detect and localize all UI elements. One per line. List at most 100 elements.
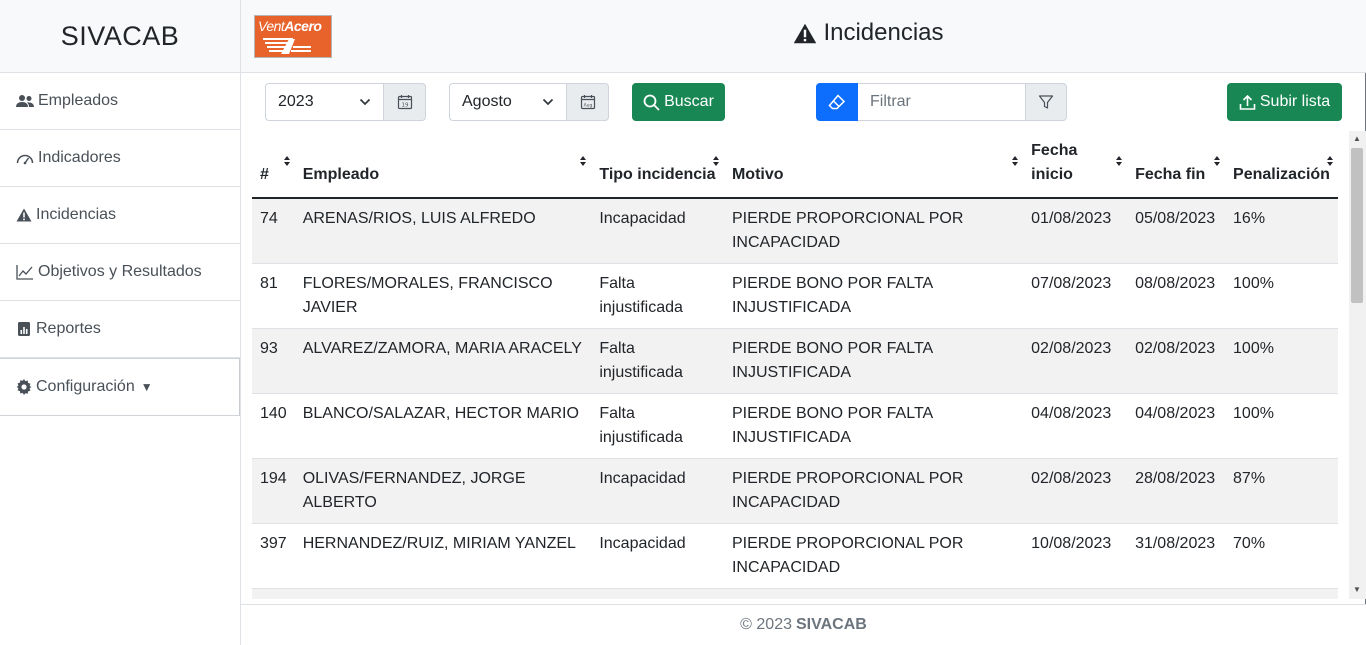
chart-line-icon xyxy=(16,265,33,280)
cell-penalizacion: 100% xyxy=(1225,328,1338,394)
cell-motivo: PIERDE PROPORCIONAL POR INCAPACIDAD xyxy=(723,458,1024,524)
chevron-down-icon xyxy=(359,98,371,106)
page-title: Incidencias xyxy=(241,19,1366,47)
cell-fecha-fin: 04/08/2023 xyxy=(1127,393,1226,459)
cell-tipo: Incapacidad xyxy=(591,458,724,524)
sidebar-item-objetivos[interactable]: Objetivos y Resultados xyxy=(0,244,240,301)
users-icon xyxy=(16,95,34,107)
year-calendar-button[interactable]: 19 xyxy=(384,83,426,121)
calendar-icon: 19 xyxy=(397,95,412,110)
sidebar-item-indicadores[interactable]: Indicadores xyxy=(0,130,240,187)
filter-button[interactable] xyxy=(1025,83,1067,121)
cell-fecha-fin: 08/08/2023 xyxy=(1127,263,1226,329)
cell-tipo: Incapacidad xyxy=(591,198,724,264)
toolbar: 2023 19 Agosto Aug Buscar Subir lista xyxy=(241,73,1366,131)
column-header-empleado[interactable]: Empleado xyxy=(294,131,592,199)
incidencias-table-container: # Empleado Tipo incidencia Motivo Fecha … xyxy=(252,131,1338,599)
sidebar-item-label: Reportes xyxy=(36,320,101,337)
table-scrollbar[interactable]: ▲ ▼ xyxy=(1349,131,1366,599)
clear-filter-button[interactable] xyxy=(816,83,858,121)
scroll-down-icon[interactable]: ▼ xyxy=(1353,585,1361,594)
cell-fecha-inicio: 01/08/2023 xyxy=(1023,198,1128,264)
search-icon xyxy=(643,94,660,111)
cell-tipo: Falta injustificada xyxy=(591,328,724,394)
brand-title[interactable]: SIVACAB xyxy=(0,0,240,73)
filter-input[interactable] xyxy=(858,83,1026,121)
table-row[interactable] xyxy=(252,588,1338,599)
sidebar-item-configuracion[interactable]: Configuración ▼ xyxy=(0,358,240,416)
scrollbar-thumb[interactable] xyxy=(1351,148,1363,303)
column-header-motivo[interactable]: Motivo xyxy=(723,131,1024,199)
cell-motivo: PIERDE PROPORCIONAL POR INCAPACIDAD xyxy=(723,198,1024,264)
sidebar-item-incidencias[interactable]: Incidencias xyxy=(0,187,240,244)
cell-fecha-fin: 28/08/2023 xyxy=(1127,458,1226,524)
column-header-fecha-fin[interactable]: Fecha fin xyxy=(1127,131,1226,199)
search-button[interactable]: Buscar xyxy=(632,83,725,121)
cell-fecha-fin: 02/08/2023 xyxy=(1127,328,1226,394)
cell-fecha-inicio: 02/08/2023 xyxy=(1023,328,1128,394)
year-select[interactable]: 2023 xyxy=(265,83,384,121)
gauge-icon xyxy=(16,154,34,165)
table-row[interactable]: 74 ARENAS/RIOS, LUIS ALFREDO Incapacidad… xyxy=(252,198,1338,264)
cell-motivo: PIERDE BONO POR FALTA INJUSTIFICADA xyxy=(723,263,1024,329)
cell-motivo: PIERDE BONO POR FALTA INJUSTIFICADA xyxy=(723,393,1024,459)
cell-tipo: Incapacidad xyxy=(591,523,724,589)
caret-down-icon: ▼ xyxy=(140,380,153,394)
warning-icon xyxy=(16,208,32,222)
upload-list-button[interactable]: Subir lista xyxy=(1227,83,1342,121)
upload-button-label: Subir lista xyxy=(1259,93,1331,110)
month-calendar-button[interactable]: Aug xyxy=(567,83,609,121)
search-button-label: Buscar xyxy=(664,93,714,110)
month-value: Agosto xyxy=(462,93,512,110)
table-row[interactable]: 93 ALVAREZ/ZAMORA, MARIA ARACELY Falta i… xyxy=(252,328,1338,394)
table-row[interactable]: 397 HERNANDEZ/RUIZ, MIRIAM YANZEL Incapa… xyxy=(252,523,1338,589)
column-header-num[interactable]: # xyxy=(252,131,295,199)
sidebar-item-label: Empleados xyxy=(38,92,119,109)
sort-icon xyxy=(580,156,587,166)
table-row[interactable]: 140 BLANCO/SALAZAR, HECTOR MARIO Falta i… xyxy=(252,393,1338,459)
cell-num: 140 xyxy=(252,393,295,459)
cell-empleado: ARENAS/RIOS, LUIS ALFREDO xyxy=(294,198,592,264)
cell-motivo: PIERDE BONO POR FALTA INJUSTIFICADA xyxy=(723,328,1024,394)
page-title-text: Incidencias xyxy=(823,19,944,46)
cell-tipo: Falta injustificada xyxy=(591,263,724,329)
sort-icon xyxy=(1116,156,1123,166)
chevron-down-icon xyxy=(542,98,554,106)
cell-empleado: OLIVAS/FERNANDEZ, JORGE ALBERTO xyxy=(294,458,592,524)
sidebar-item-label: Objetivos y Resultados xyxy=(38,263,202,280)
cell-num: 81 xyxy=(252,263,295,329)
cell-num: 74 xyxy=(252,198,295,264)
funnel-icon xyxy=(1038,95,1054,109)
cell-penalizacion: 100% xyxy=(1225,393,1338,459)
column-header-penalizacion[interactable]: Penalización xyxy=(1225,131,1338,199)
footer-brand: SIVACAB xyxy=(796,616,867,633)
cell-num: 93 xyxy=(252,328,295,394)
sidebar-item-reportes[interactable]: Reportes xyxy=(0,301,240,358)
cell-penalizacion: 87% xyxy=(1225,458,1338,524)
sidebar: SIVACAB Empleados Indicadores Incidencia… xyxy=(0,0,241,645)
column-header-fecha-inicio[interactable]: Fecha inicio xyxy=(1023,131,1128,199)
table-row[interactable]: 81 FLORES/MORALES, FRANCISCO JAVIER Falt… xyxy=(252,263,1338,329)
calendar-month-icon: Aug xyxy=(580,95,595,110)
cell-fecha-fin: 05/08/2023 xyxy=(1127,198,1226,264)
month-select[interactable]: Agosto xyxy=(449,83,567,121)
cell-empleado: HERNANDEZ/RUIZ, MIRIAM YANZEL xyxy=(294,523,592,589)
report-icon xyxy=(18,322,30,336)
svg-text:19: 19 xyxy=(401,103,408,109)
cell-empleado: FLORES/MORALES, FRANCISCO JAVIER xyxy=(294,263,592,329)
cell-penalizacion: 16% xyxy=(1225,198,1338,264)
scroll-up-icon[interactable]: ▲ xyxy=(1353,134,1361,143)
sidebar-item-label: Indicadores xyxy=(38,149,121,166)
sidebar-item-empleados[interactable]: Empleados xyxy=(0,73,240,130)
cell-tipo: Falta injustificada xyxy=(591,393,724,459)
table-header-row: # Empleado Tipo incidencia Motivo Fecha … xyxy=(252,131,1338,199)
svg-text:Aug: Aug xyxy=(583,102,592,108)
cell-num: 397 xyxy=(252,523,295,589)
sort-icon xyxy=(712,156,719,166)
cell-fecha-inicio: 02/08/2023 xyxy=(1023,458,1128,524)
table-row[interactable]: 194 OLIVAS/FERNANDEZ, JORGE ALBERTO Inca… xyxy=(252,458,1338,524)
cell-penalizacion: 70% xyxy=(1225,523,1338,589)
column-header-tipo[interactable]: Tipo incidencia xyxy=(591,131,724,199)
footer-copyright: © 2023 xyxy=(740,616,792,633)
cell-fecha-inicio: 10/08/2023 xyxy=(1023,523,1128,589)
